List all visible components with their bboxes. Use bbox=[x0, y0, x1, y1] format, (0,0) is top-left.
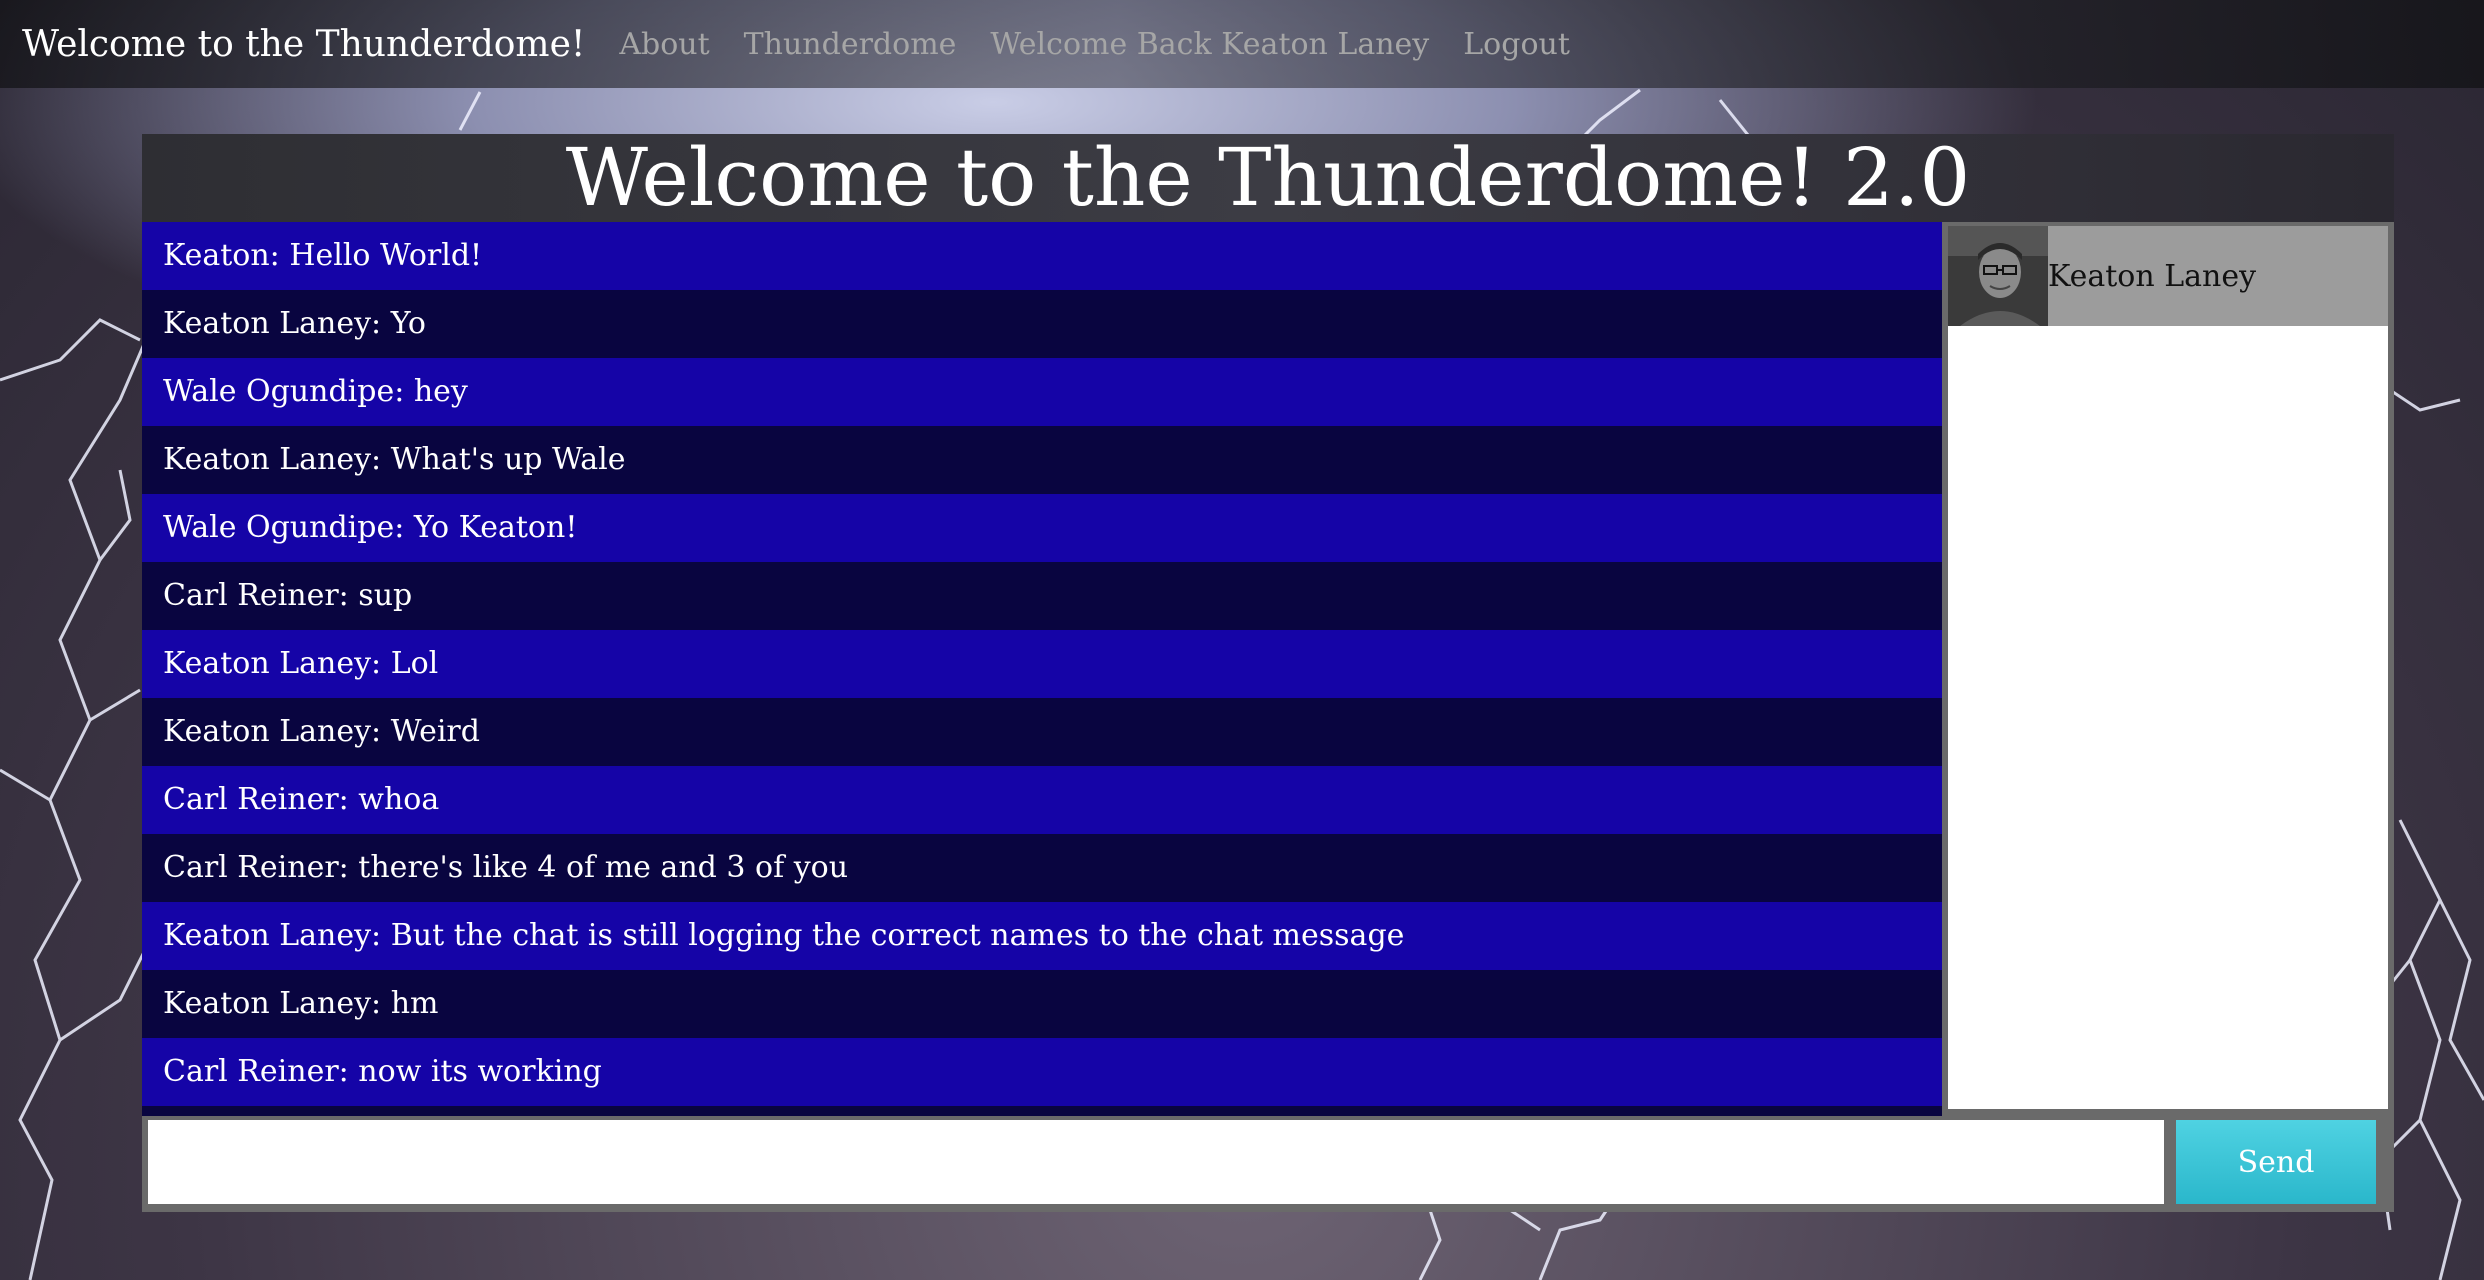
nav-link-about[interactable]: About bbox=[619, 27, 709, 62]
message-list[interactable]: Keaton: Hello World! Keaton Laney: Yo Wa… bbox=[142, 222, 1942, 1116]
user-list-item[interactable]: Keaton Laney bbox=[1948, 226, 2388, 326]
message-item: Keaton Laney: But the chat is still logg… bbox=[142, 902, 1942, 970]
message-item: Carl Reiner: whoa bbox=[142, 766, 1942, 834]
user-name: Keaton Laney bbox=[2048, 258, 2257, 294]
nav-link-welcome-back-user[interactable]: Welcome Back Keaton Laney bbox=[990, 27, 1429, 62]
send-button[interactable]: Send bbox=[2176, 1120, 2376, 1204]
message-item: Keaton: Hello World! bbox=[142, 222, 1942, 290]
message-item: Wale Ogundipe: hey bbox=[142, 358, 1942, 426]
avatar bbox=[1948, 226, 2048, 326]
message-item: Keaton Laney: hm bbox=[142, 970, 1942, 1038]
message-item: Keaton Laney: Yo bbox=[142, 290, 1942, 358]
message-input[interactable] bbox=[148, 1120, 2164, 1204]
message-item: Carl Reiner: sup bbox=[142, 562, 1942, 630]
brand-title[interactable]: Welcome to the Thunderdome! bbox=[22, 24, 585, 65]
message-item: Carl Reiner: there's like 4 of me and 3 … bbox=[142, 834, 1942, 902]
message-item: Wale Ogundipe: Yo Keaton! bbox=[142, 494, 1942, 562]
online-users-list: Keaton Laney bbox=[1948, 226, 2388, 1109]
message-item: Carl Reiner: now its working bbox=[142, 1038, 1942, 1106]
top-navbar: Welcome to the Thunderdome! About Thunde… bbox=[0, 0, 2484, 88]
nav-link-logout[interactable]: Logout bbox=[1463, 27, 1570, 62]
message-item: Keaton Laney: What's up Wale bbox=[142, 426, 1942, 494]
message-item: Keaton Laney: Weird bbox=[142, 698, 1942, 766]
page-title: Welcome to the Thunderdome! 2.0 bbox=[142, 134, 2394, 222]
chat-panel: Welcome to the Thunderdome! 2.0 Keaton: … bbox=[142, 134, 2394, 1212]
message-item: Keaton Laney: Lol bbox=[142, 630, 1942, 698]
nav-link-thunderdome[interactable]: Thunderdome bbox=[744, 27, 957, 62]
